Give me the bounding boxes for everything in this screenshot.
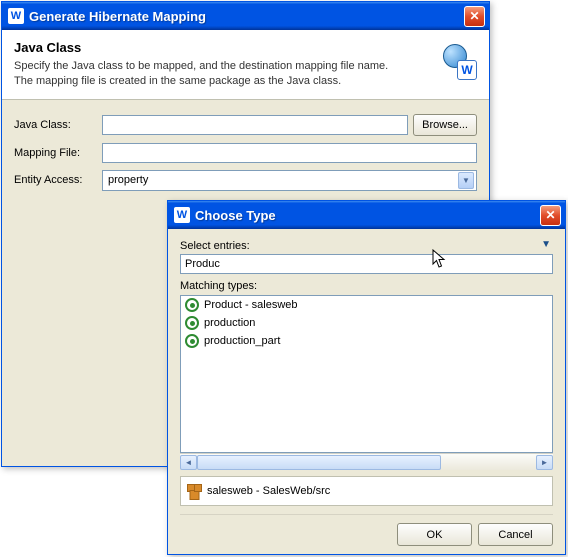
- button-row: OK Cancel: [180, 514, 553, 546]
- class-icon: [185, 334, 199, 348]
- form-area: Java Class: Browse... Mapping File: Enti…: [2, 100, 489, 212]
- app-icon: W: [8, 8, 24, 24]
- class-icon: [185, 298, 199, 312]
- java-class-label: Java Class:: [14, 119, 102, 131]
- entity-access-value: property: [108, 174, 148, 186]
- matching-types-label: Matching types:: [180, 280, 553, 292]
- close-button[interactable]: ✕: [540, 205, 561, 226]
- page-description-2: The mapping file is created in the same …: [14, 74, 429, 89]
- dialog-body: Select entries: ▼ Matching types: Produc…: [168, 229, 565, 554]
- chevron-down-icon: ▼: [458, 172, 474, 189]
- menu-dropdown-icon[interactable]: ▼: [535, 239, 553, 254]
- ok-button[interactable]: OK: [397, 523, 472, 546]
- list-item[interactable]: Product - salesweb: [181, 296, 552, 314]
- cancel-button[interactable]: Cancel: [478, 523, 553, 546]
- titlebar[interactable]: W Generate Hibernate Mapping ✕: [2, 2, 489, 30]
- scroll-track[interactable]: [197, 455, 536, 470]
- list-item-label: production_part: [204, 335, 280, 347]
- package-icon: [187, 484, 201, 498]
- mapping-file-input[interactable]: [102, 143, 477, 163]
- wizard-icon: W: [437, 40, 477, 80]
- list-item-label: production: [204, 317, 255, 329]
- page-description-1: Specify the Java class to be mapped, and…: [14, 59, 429, 74]
- list-item[interactable]: production_part: [181, 332, 552, 350]
- browse-button[interactable]: Browse...: [413, 114, 477, 136]
- matching-types-list[interactable]: Product - salesweb production production…: [180, 295, 553, 453]
- titlebar[interactable]: W Choose Type ✕: [168, 201, 565, 229]
- info-panel: salesweb - SalesWeb/src: [180, 476, 553, 506]
- w-badge-icon: W: [457, 60, 477, 80]
- page-heading: Java Class: [14, 40, 429, 55]
- list-item-label: Product - salesweb: [204, 299, 298, 311]
- entity-access-label: Entity Access:: [14, 174, 102, 186]
- close-icon: ✕: [469, 9, 479, 23]
- scroll-thumb[interactable]: [197, 455, 441, 470]
- window-title: Choose Type: [195, 208, 540, 223]
- class-icon: [185, 316, 199, 330]
- scroll-left-button[interactable]: ◄: [180, 455, 197, 470]
- search-input[interactable]: [180, 254, 553, 274]
- list-item[interactable]: production: [181, 314, 552, 332]
- java-class-input[interactable]: [102, 115, 408, 135]
- close-icon: ✕: [545, 208, 555, 222]
- mapping-file-label: Mapping File:: [14, 147, 102, 159]
- scroll-right-button[interactable]: ►: [536, 455, 553, 470]
- info-text: salesweb - SalesWeb/src: [207, 485, 330, 497]
- header-panel: Java Class Specify the Java class to be …: [2, 30, 489, 100]
- horizontal-scrollbar[interactable]: ◄ ►: [180, 453, 553, 470]
- choose-type-dialog: W Choose Type ✕ Select entries: ▼ Matchi…: [167, 200, 566, 555]
- entity-access-select[interactable]: property ▼: [102, 170, 477, 191]
- app-icon: W: [174, 207, 190, 223]
- select-entries-label: Select entries:: [180, 240, 535, 252]
- header-text: Java Class Specify the Java class to be …: [14, 40, 429, 89]
- close-button[interactable]: ✕: [464, 6, 485, 27]
- window-title: Generate Hibernate Mapping: [29, 9, 464, 24]
